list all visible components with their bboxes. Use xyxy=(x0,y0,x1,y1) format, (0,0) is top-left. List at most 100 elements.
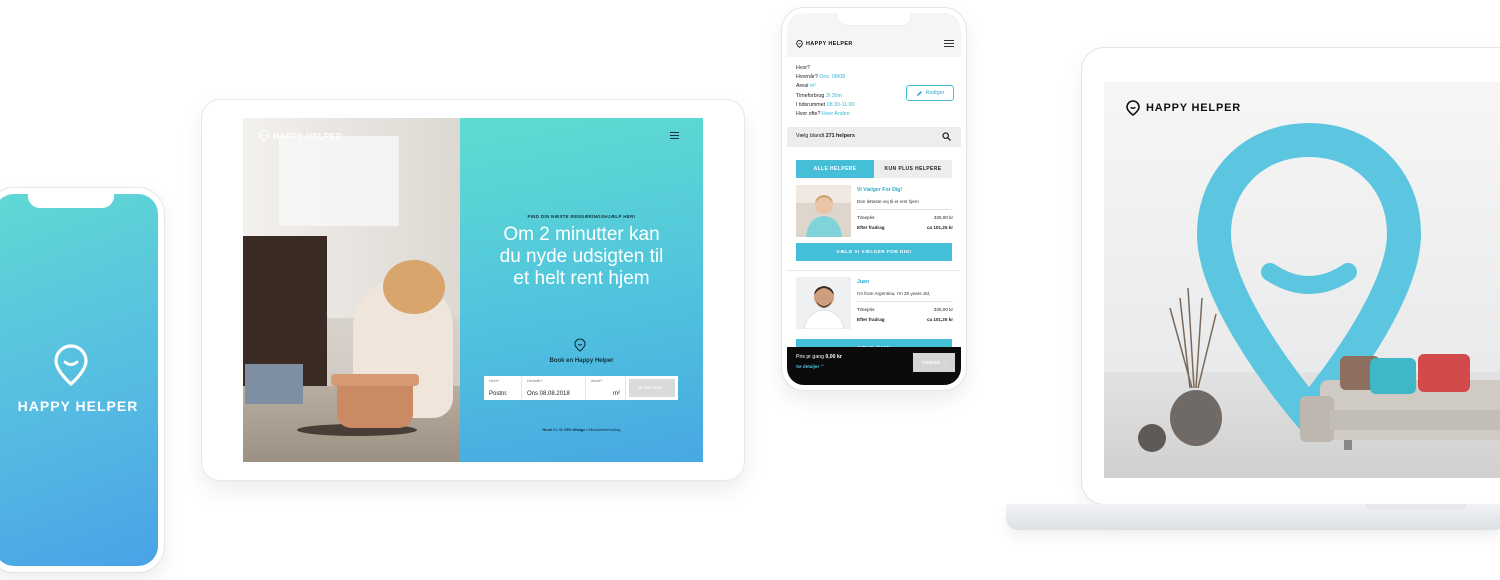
summary-label: Areal xyxy=(796,83,809,90)
rate-value: 335,00 kr xyxy=(933,307,953,312)
search-icon[interactable] xyxy=(942,132,951,141)
laptop-logo[interactable]: HAPPY HELPER xyxy=(1126,100,1241,116)
booking-logo[interactable]: HAPPY HELPER xyxy=(796,40,853,48)
continue-button[interactable]: VIDERE › xyxy=(913,353,955,372)
after-deduction-label: Efter fradrag xyxy=(857,225,885,230)
footnote-text: i håndværkerfradrag xyxy=(585,428,621,432)
hero-headline-line: Om 2 minutter kan xyxy=(503,224,660,245)
booking-summary: Hvor? Hvornår? Ons. 08/08 Areal m² Timef… xyxy=(796,64,855,119)
helper-description: I'm from Argentina, I'm 28 years old, xyxy=(857,291,931,296)
hero-headline-line: et helt rent hjem xyxy=(513,268,650,289)
where-field[interactable]: Hvor? Postnr. xyxy=(484,376,522,400)
card-divider xyxy=(857,209,953,210)
rate-value: 335,00 kr xyxy=(933,215,953,220)
summary-value: Hver Anden xyxy=(821,111,850,118)
location-pin-smile-icon xyxy=(54,344,88,386)
footnote-text: Du får xyxy=(551,428,565,432)
tablet-logo-text: HAPPY HELPER xyxy=(273,131,343,141)
booking-form: Hvor? Postnr. Hvornår? Ons 08.08.2018 Ar… xyxy=(484,376,678,400)
hero-headline-line: du nyde udsigten til xyxy=(499,246,664,267)
laptop-base xyxy=(1006,504,1500,530)
price-label: Pris pr gang xyxy=(796,354,826,360)
location-pin-icon xyxy=(259,130,269,142)
when-label: Hvornår? xyxy=(527,379,543,383)
photo-flowerpot xyxy=(337,380,413,428)
helper-card[interactable]: Juan I'm from Argentina, I'm 28 years ol… xyxy=(796,277,953,357)
helper-search-bar[interactable]: Vælg blandt 271 helpers xyxy=(787,127,961,147)
after-deduction-label: Efter fradrag xyxy=(857,317,885,322)
hamburger-menu-icon[interactable] xyxy=(944,40,954,47)
card-divider xyxy=(857,301,953,302)
splash-screen: HAPPY HELPER xyxy=(0,194,158,566)
chevron-up-icon: ⌃ xyxy=(820,364,825,369)
continue-label: VIDERE xyxy=(921,360,941,365)
after-deduction-row: Efter fradrag ca 101,25 kr xyxy=(857,225,953,230)
where-input[interactable]: Postnr. xyxy=(489,391,516,397)
chevron-right-icon: › xyxy=(944,360,947,365)
splash-brand-name: HAPPY HELPER xyxy=(17,398,139,414)
rate-label: Timepris xyxy=(857,307,875,312)
helper-card[interactable]: Vi Vælger For Dig! Den letteste vej til … xyxy=(796,185,953,265)
see-details-link[interactable]: Se detaljer ⌃ xyxy=(796,364,824,370)
tablet-device: HAPPY HELPER FIND DIN NÆSTE RENGØRINGSHJ… xyxy=(202,100,744,480)
laptop-screen: HAPPY HELPER xyxy=(1104,82,1500,478)
helper-avatar xyxy=(796,277,851,329)
rate-label: Timepris xyxy=(857,215,875,220)
helper-name[interactable]: Juan xyxy=(857,279,869,285)
summary-when: Hvornår? Ons. 08/08 xyxy=(796,73,855,82)
helper-name[interactable]: Vi Vælger For Dig! xyxy=(857,187,902,193)
hero-panel: FIND DIN NÆSTE RENGØRINGSHJÆLP HER! Om 2… xyxy=(460,118,703,462)
location-pin-icon xyxy=(574,338,586,352)
when-input[interactable]: Ons 08.08.2018 xyxy=(527,391,580,397)
select-helper-button[interactable]: VÆLG VI VÆLGER FOR DIG! xyxy=(796,243,952,261)
rate-row: Timepris 335,00 kr xyxy=(857,307,953,312)
phone-booking-device: HAPPY HELPER Hvor? Hvornår? Ons. 08/08 A… xyxy=(782,8,966,390)
where-label: Hvor? xyxy=(489,379,500,383)
photo-flowerpot-rim xyxy=(331,374,419,386)
see-price-button[interactable]: SE DIN PRIS › xyxy=(629,379,675,397)
rate-row: Timepris 335,00 kr xyxy=(857,215,953,220)
see-details-label: Se detaljer xyxy=(796,364,820,369)
laptop-device: HAPPY HELPER xyxy=(1082,48,1500,504)
summary-value: 08:30-11:00 xyxy=(826,101,855,108)
after-deduction-value: ca 101,25 kr xyxy=(926,317,953,322)
price-value: 0,00 kr xyxy=(825,354,842,360)
summary-value: Ons. 08/08 xyxy=(819,74,846,81)
summary-label: Timeforbrug xyxy=(796,92,825,99)
booking-logo-text: HAPPY HELPER xyxy=(806,41,853,47)
sofa-illustration xyxy=(1300,354,1500,450)
tablet-logo[interactable]: HAPPY HELPER xyxy=(259,130,342,142)
tab-all-helpers[interactable]: ALLE HELPERE xyxy=(796,160,874,178)
tax-deduction-note: Husk Du får 25% tilbage i håndværkerfrad… xyxy=(460,428,703,432)
summary-label: Hvor ofte? xyxy=(796,111,821,118)
booking-screen: HAPPY HELPER Hvor? Hvornår? Ons. 08/08 A… xyxy=(787,13,961,385)
location-pin-icon xyxy=(1126,100,1140,116)
tab-plus-helpers[interactable]: KUN PLUS HELPERE xyxy=(874,160,952,178)
edit-label: Rediger xyxy=(925,90,945,96)
phone-notch xyxy=(28,194,114,208)
after-deduction-value: ca 101,25 kr xyxy=(926,225,953,230)
summary-label: Hvor? xyxy=(796,65,811,71)
price-bar: Pris pr gang 0,00 kr Se detaljer ⌃ VIDER… xyxy=(787,347,961,385)
edit-button[interactable]: Rediger xyxy=(906,85,954,101)
photo-box xyxy=(245,364,303,404)
area-field[interactable]: Areal? m² xyxy=(586,376,626,400)
hamburger-menu-icon[interactable] xyxy=(670,132,679,139)
helper-count-text: Vælg blandt 271 helpers xyxy=(796,133,855,139)
summary-where: Hvor? xyxy=(796,64,855,73)
helper-count-prefix: Vælg blandt xyxy=(796,133,826,139)
book-helper-label: Book en Happy Helper xyxy=(549,358,614,364)
phone-splash-device: HAPPY HELPER xyxy=(0,188,164,572)
when-field[interactable]: Hvornår? Ons 08.08.2018 xyxy=(522,376,586,400)
chevron-right-icon: › xyxy=(665,386,667,390)
area-input[interactable]: m² xyxy=(591,391,620,397)
see-price-label: SE DIN PRIS xyxy=(637,386,663,390)
helper-count: 271 helpers xyxy=(825,133,855,139)
summary-frequency: Hvor ofte? Hver Anden xyxy=(796,110,855,119)
photo-child-hair xyxy=(383,260,445,314)
summary-label: I tidsrummet xyxy=(796,101,826,108)
summary-label: Hvornår? xyxy=(796,74,818,81)
footnote-bold: Husk xyxy=(542,428,552,432)
phone-notch xyxy=(837,13,911,25)
summary-window: I tidsrummet 08:30-11:00 xyxy=(796,101,855,110)
